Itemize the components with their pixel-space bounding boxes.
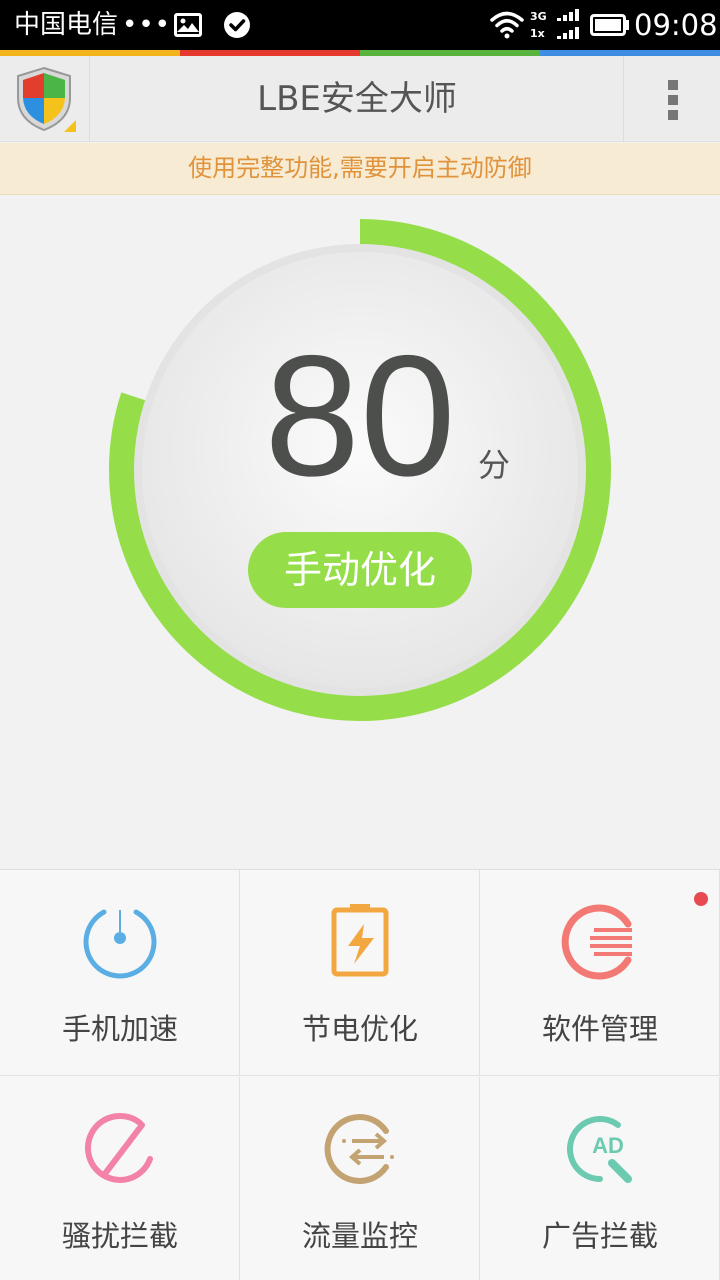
overflow-menu-button[interactable] [623,56,720,142]
manual-optimize-button[interactable]: 手动优化 [248,532,472,608]
carrier-name: 中国电信 [14,10,119,40]
feature-label: 骚扰拦截 [61,1219,178,1253]
cellular-signal-icon: 3G 1x [530,8,580,42]
feature-grid: 手机加速 节电优化 软件管理 骚扰拦截 流量监控 AD 广告拦截 [0,869,720,1280]
image-notification-icon [174,13,202,37]
feature-label: 流量监控 [301,1219,418,1253]
feature-phone-boost[interactable]: 手机加速 [0,870,240,1076]
overflow-menu-icon-dot-2 [668,95,678,105]
speedometer-icon [83,909,157,979]
wifi-icon [490,10,524,40]
block-icon [85,1112,153,1183]
status-bar: 中国电信 ••• 3G 1x 09:08 [0,0,720,50]
shield-logo-button[interactable] [0,56,90,142]
feature-harassment-block[interactable]: 骚扰拦截 [0,1077,240,1280]
app-title: LBE安全大师 [257,79,457,119]
active-defense-notice[interactable]: 使用完整功能,需要开启主动防御 [0,143,720,195]
new-badge-dot [694,892,708,906]
app-manager-icon [561,904,632,980]
feature-label: 手机加速 [61,1012,178,1046]
feature-app-manager[interactable]: 软件管理 [480,870,720,1076]
overflow-menu-icon [668,80,678,90]
shield-logo-icon [17,66,76,132]
feature-label: 软件管理 [541,1012,658,1046]
feature-traffic-monitor[interactable]: 流量监控 [240,1077,480,1280]
feature-label: 广告拦截 [541,1219,658,1253]
feature-power-saving[interactable]: 节电优化 [240,870,480,1076]
feature-label: 节电优化 [301,1012,418,1046]
battery-icon [590,14,626,36]
svg-text:AD: AD [592,1133,624,1158]
traffic-monitor-icon [324,1114,394,1184]
score-value: 80 [264,320,456,512]
feature-ad-block[interactable]: AD 广告拦截 [480,1077,720,1280]
clock: 09:08 [634,8,718,42]
score-unit: 分 [478,446,511,484]
app-bar: LBE安全大师 [0,56,720,142]
battery-tip [626,20,629,30]
notification-overflow-dots: ••• [122,10,172,40]
battery-charge-icon [331,904,389,977]
overflow-menu-icon-dot-3 [668,110,678,120]
check-notification-icon [224,12,250,38]
score-area: 80 分 手动优化 [0,196,720,868]
ad-block-icon: AD [567,1116,632,1183]
